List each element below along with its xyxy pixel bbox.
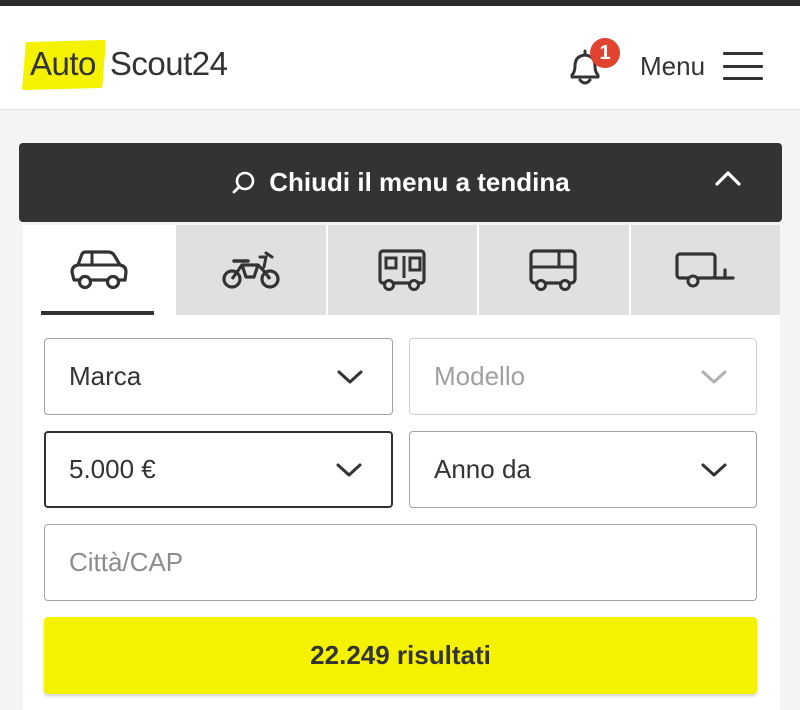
location-placeholder: Città/CAP <box>69 547 184 577</box>
menu-label: Menu <box>640 50 706 81</box>
show-results-button[interactable]: 22.249 risultati <box>44 617 757 694</box>
chevron-up-icon <box>715 171 741 186</box>
chevron-down-icon <box>701 370 727 383</box>
tab-car[interactable] <box>23 225 175 315</box>
notifications-button[interactable]: 1 <box>564 38 620 88</box>
model-select[interactable]: Modello <box>409 338 757 415</box>
collapse-search-button[interactable]: Chiudi il menu a tendina <box>19 143 782 222</box>
hamburger-icon <box>723 52 764 80</box>
trailer-icon <box>675 252 735 288</box>
active-tab-indicator <box>41 311 155 315</box>
location-input[interactable]: Città/CAP <box>44 524 757 601</box>
make-select-value: Marca <box>69 361 142 391</box>
logo-auto-text: Auto <box>30 45 96 82</box>
autoscout24-logo[interactable]: Auto Scout24 <box>30 42 228 86</box>
tab-trailer[interactable] <box>628 225 780 315</box>
notification-badge: 1 <box>590 38 620 68</box>
chevron-down-icon <box>337 370 363 383</box>
menu-button[interactable]: Menu <box>640 46 764 86</box>
vehicle-type-tabs <box>23 225 780 315</box>
car-icon <box>70 250 128 290</box>
tab-truck[interactable] <box>477 225 629 315</box>
make-select[interactable]: Marca <box>44 338 393 415</box>
collapse-label: Chiudi il menu a tendina <box>269 167 570 197</box>
price-select[interactable]: 5.000 € <box>44 431 393 508</box>
chevron-down-icon <box>336 463 362 476</box>
search-icon <box>232 171 255 193</box>
camper-icon <box>378 249 427 291</box>
year-select-value: Anno da <box>434 454 531 484</box>
site-header: Auto Scout24 1 Menu <box>0 6 800 110</box>
tab-camper[interactable] <box>325 225 478 315</box>
chevron-down-icon <box>701 463 727 476</box>
tab-motorbike[interactable] <box>174 225 326 315</box>
price-select-value: 5.000 € <box>69 454 156 484</box>
search-form: Marca Modello 5.000 € Anno da Città/CAP … <box>23 225 780 710</box>
logo-scout-text: Scout24 <box>109 45 228 82</box>
model-select-value: Modello <box>434 361 526 391</box>
logo-highlight: Auto <box>30 45 96 83</box>
motorbike-icon <box>222 251 280 289</box>
year-select[interactable]: Anno da <box>409 431 757 508</box>
truck-icon <box>529 249 577 291</box>
